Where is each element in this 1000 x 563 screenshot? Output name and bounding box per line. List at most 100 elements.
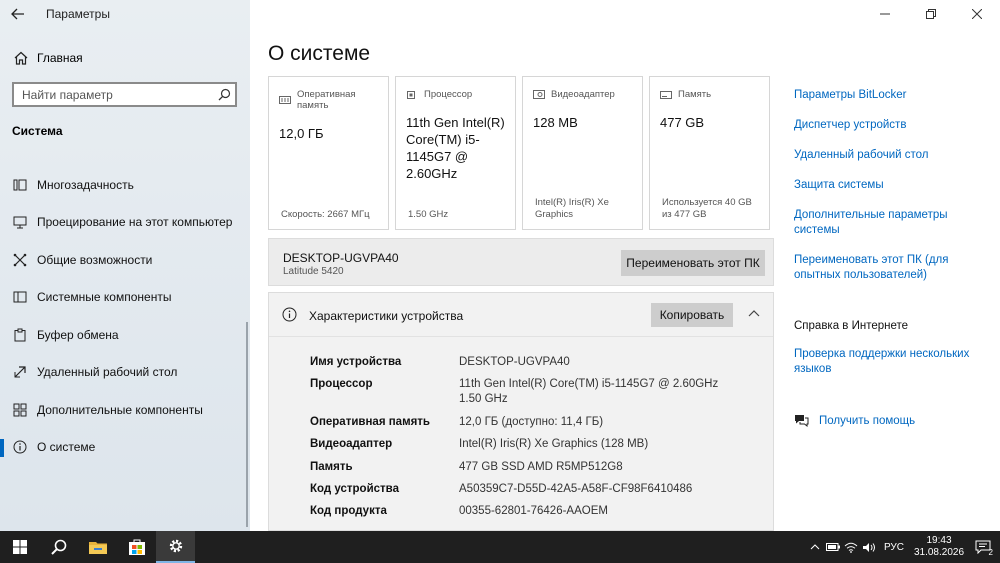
sidebar-item-clipboard[interactable]: Буфер обмена bbox=[0, 316, 250, 354]
spec-row: Код устройства A50359C7-D55D-42A5-A58F-CF… bbox=[310, 482, 740, 497]
link-system-protection[interactable]: Защита системы bbox=[794, 178, 979, 193]
link-device-manager[interactable]: Диспетчер устройств bbox=[794, 118, 979, 133]
battery-icon bbox=[825, 543, 840, 551]
restore-icon bbox=[926, 9, 936, 19]
gear-icon bbox=[169, 539, 182, 553]
link-remote-desktop[interactable]: Удаленный рабочий стол bbox=[794, 148, 979, 163]
link-advanced-system-settings[interactable]: Дополнительные параметры системы bbox=[794, 208, 979, 238]
spec-row: Код продукта 00355-62801-76426-AAOEM bbox=[310, 504, 740, 519]
sidebar-item-home[interactable]: Главная bbox=[0, 45, 250, 71]
volume-icon bbox=[862, 542, 875, 552]
sidebar-nav: Многозадачность Проецирование на этот ко… bbox=[0, 166, 250, 466]
specs-header[interactable]: Характеристики устройства Копировать bbox=[269, 293, 773, 337]
sidebar-item-label: Дополнительные компоненты bbox=[37, 402, 203, 417]
close-icon bbox=[972, 9, 982, 19]
taskbar-store[interactable] bbox=[117, 531, 156, 563]
get-help-row[interactable]: Получить помощь bbox=[794, 413, 915, 428]
start-button[interactable] bbox=[0, 531, 39, 563]
home-icon bbox=[12, 49, 30, 67]
specs-title: Характеристики устройства bbox=[309, 309, 464, 323]
card-gpu: Видеоадаптер 128 MB Intel(R) Iris(R) Xe … bbox=[522, 76, 643, 230]
spec-row: Имя устройства DESKTOP-UGVPA40 bbox=[310, 355, 740, 370]
card-label: Видеоадаптер bbox=[551, 89, 615, 100]
sidebar-item-multitasking[interactable]: Многозадачность bbox=[0, 166, 250, 204]
spec-key: Оперативная память bbox=[310, 415, 430, 428]
link-bitlocker[interactable]: Параметры BitLocker bbox=[794, 88, 979, 103]
chevron-up-icon bbox=[810, 544, 820, 550]
minimize-button[interactable] bbox=[862, 0, 908, 28]
store-icon bbox=[128, 539, 145, 555]
sidebar-item-shared-experiences[interactable]: Общие возможности bbox=[0, 241, 250, 279]
sidebar-item-label: Проецирование на этот компьютер bbox=[37, 215, 233, 230]
device-name: DESKTOP-UGVPA40 bbox=[283, 251, 399, 265]
taskbar-settings[interactable] bbox=[156, 531, 195, 563]
device-bar: DESKTOP-UGVPA40 Latitude 5420 Переименов… bbox=[268, 238, 774, 286]
battery-button[interactable] bbox=[824, 531, 842, 563]
search-icon[interactable] bbox=[213, 84, 235, 106]
sidebar-item-about[interactable]: О системе bbox=[0, 429, 250, 467]
card-footer: Скорость: 2667 МГц bbox=[281, 209, 370, 220]
sidebar: Параметры Главная Система Многозадачност… bbox=[0, 0, 250, 531]
info-icon bbox=[12, 439, 28, 455]
clock-time: 19:43 bbox=[926, 535, 952, 546]
spec-key: Код продукта bbox=[310, 505, 387, 518]
projecting-icon bbox=[12, 214, 28, 230]
system-tray: РУС 19:43 31.08.2026 2 bbox=[806, 531, 1000, 563]
spec-value: Intel(R) Iris(R) Xe Graphics (128 MB) bbox=[459, 438, 649, 451]
rename-pc-button[interactable]: Переименовать этот ПК bbox=[621, 250, 765, 276]
remote-desktop-icon bbox=[12, 364, 28, 380]
get-help-link[interactable]: Получить помощь bbox=[819, 415, 915, 427]
search-input[interactable] bbox=[14, 87, 213, 102]
taskbar-file-explorer[interactable] bbox=[78, 531, 117, 563]
input-language[interactable]: РУС bbox=[884, 542, 904, 553]
copy-button[interactable]: Копировать bbox=[651, 303, 733, 327]
system-components-icon bbox=[12, 289, 28, 305]
tray-overflow-button[interactable] bbox=[806, 531, 824, 563]
shared-experiences-icon bbox=[12, 252, 28, 268]
back-arrow-icon bbox=[11, 8, 24, 20]
sidebar-item-label: Удаленный рабочий стол bbox=[37, 365, 178, 380]
device-specs-panel: Характеристики устройства Копировать Имя… bbox=[268, 292, 774, 531]
clock[interactable]: 19:43 31.08.2026 bbox=[912, 535, 966, 559]
chevron-up-icon[interactable] bbox=[747, 307, 761, 321]
notification-center-button[interactable]: 2 bbox=[966, 531, 1000, 563]
sidebar-item-label: Системные компоненты bbox=[37, 290, 172, 305]
wifi-button[interactable] bbox=[842, 531, 860, 563]
optional-features-icon bbox=[12, 402, 28, 418]
maximize-button[interactable] bbox=[908, 0, 954, 28]
sidebar-item-label: О системе bbox=[37, 440, 96, 455]
spec-row: Видеоадаптер Intel(R) Iris(R) Xe Graphics… bbox=[310, 437, 740, 452]
link-rename-pc-advanced[interactable]: Переименовать этот ПК (для опытных польз… bbox=[794, 253, 979, 283]
sidebar-item-projecting[interactable]: Проецирование на этот компьютер bbox=[0, 204, 250, 242]
card-value: 477 GB bbox=[660, 115, 705, 130]
title-bar: Параметры bbox=[0, 0, 250, 28]
close-button[interactable] bbox=[954, 0, 1000, 28]
card-value: 12,0 ГБ bbox=[279, 126, 324, 141]
sidebar-item-label: Буфер обмена bbox=[37, 327, 119, 342]
sidebar-item-optional-features[interactable]: Дополнительные компоненты bbox=[0, 391, 250, 429]
sidebar-scrollbar[interactable] bbox=[246, 322, 248, 527]
sidebar-item-system-components[interactable]: Системные компоненты bbox=[0, 279, 250, 317]
card-storage: Память 477 GB Используется 40 GB из 477 … bbox=[649, 76, 770, 230]
taskbar-search-button[interactable] bbox=[39, 531, 78, 563]
spec-row: Оперативная память 12,0 ГБ (доступно: 11,… bbox=[310, 415, 740, 430]
search-icon bbox=[50, 539, 66, 555]
multitasking-icon bbox=[12, 177, 28, 193]
card-ram: Оперативная память 12,0 ГБ Скорость: 266… bbox=[268, 76, 389, 230]
sidebar-item-remote-desktop[interactable]: Удаленный рабочий стол bbox=[0, 354, 250, 392]
spec-value: DESKTOP-UGVPA40 bbox=[459, 356, 570, 368]
spec-row: Память 477 GB SSD AMD R5MP512G8 bbox=[310, 460, 740, 475]
info-icon bbox=[282, 307, 297, 322]
sidebar-item-label: Общие возможности bbox=[37, 252, 153, 267]
spec-rows: Имя устройства DESKTOP-UGVPA40 Процессор 1… bbox=[310, 355, 740, 527]
card-label: Оперативная память bbox=[297, 89, 356, 111]
sidebar-item-label: Многозадачность bbox=[37, 177, 134, 192]
spec-value: 00355-62801-76426-AAOEM bbox=[459, 505, 608, 518]
card-value: 11th Gen Intel(R) Core(TM) i5-1145G7 @ 2… bbox=[406, 115, 505, 181]
back-button[interactable] bbox=[0, 0, 36, 28]
device-model: Latitude 5420 bbox=[283, 266, 344, 277]
spec-row: Процессор 11th Gen Intel(R) Core(TM) i5-1… bbox=[310, 377, 740, 407]
link-language-support[interactable]: Проверка поддержки нескольких языков bbox=[794, 347, 979, 377]
search-box[interactable] bbox=[12, 82, 237, 107]
volume-button[interactable] bbox=[860, 531, 878, 563]
